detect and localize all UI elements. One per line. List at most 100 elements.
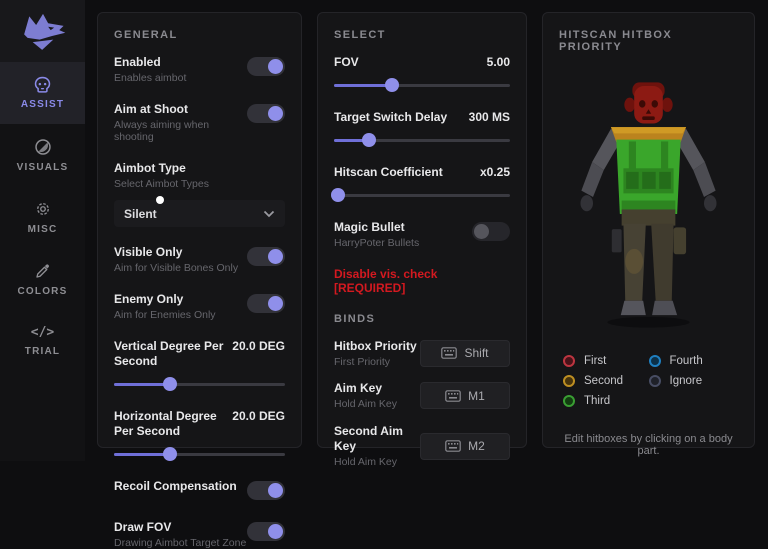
model-hip-pouch xyxy=(673,227,687,255)
keybind-value: M2 xyxy=(468,439,485,454)
gear-icon xyxy=(36,202,49,215)
legend-label: Fourth xyxy=(669,355,703,367)
toggle-knob xyxy=(474,224,489,239)
vertical-dps-slider[interactable] xyxy=(114,376,285,391)
setting-value: 5.00 xyxy=(486,55,510,69)
model-eye-socket xyxy=(639,100,646,108)
toggle-knob xyxy=(268,59,283,74)
legend-label: Second xyxy=(584,375,624,387)
bind-aim-key: Aim Key Hold Aim Key M1 xyxy=(334,381,510,411)
contrast-icon xyxy=(34,138,51,155)
setting-enemy-only: Enemy Only Aim for Enemies Only xyxy=(114,292,285,322)
model-right-hand[interactable] xyxy=(703,195,717,212)
eyedropper-icon xyxy=(35,263,49,278)
aim-at-shoot-toggle[interactable] xyxy=(247,103,285,123)
dropdown-value: Silent xyxy=(124,206,157,221)
sidebar-item-label: TRIAL xyxy=(24,346,61,357)
visible-only-toggle[interactable] xyxy=(247,247,285,267)
sidebar-item-label: COLORS xyxy=(17,285,68,297)
keyboard-icon xyxy=(441,347,458,360)
model-right-earcup xyxy=(661,97,673,112)
setting-label: Horizontal Degree Per Second xyxy=(114,408,217,438)
second-aim-key-keybind-button[interactable]: M2 xyxy=(420,432,510,460)
model-hips[interactable] xyxy=(621,209,676,226)
setting-aimbot-type: Aimbot Type Select Aimbot Types xyxy=(114,161,285,191)
setting-draw-fov: Draw FOV Drawing Aimbot Target Zone xyxy=(114,520,285,549)
sidebar-item-misc[interactable]: MISC xyxy=(0,186,85,248)
recoil-toggle[interactable] xyxy=(247,480,285,500)
hitscan-coefficient-slider[interactable] xyxy=(330,188,510,202)
model-left-hand[interactable] xyxy=(580,195,594,212)
slider-knob[interactable] xyxy=(362,133,377,147)
hitbox-legend: First Second Third Fourth Ignore xyxy=(559,351,738,411)
required-warning: Disable vis. check [REQUIRED] xyxy=(334,266,438,295)
bind-subtitle: First Priority xyxy=(334,355,390,368)
fov-slider[interactable] xyxy=(334,78,510,92)
keybind-value: M1 xyxy=(468,388,485,403)
setting-value: 20.0 DEG xyxy=(232,408,285,423)
model-left-boot[interactable] xyxy=(620,300,646,316)
horizontal-dps-slider[interactable] xyxy=(114,446,285,461)
legend-item-ignore: Ignore xyxy=(648,371,735,391)
character-model[interactable] xyxy=(559,67,738,343)
bind-label: Aim Key xyxy=(334,381,383,396)
sidebar-item-visuals[interactable]: VISUALS xyxy=(0,124,85,186)
hitbox-footnote: Edit hitboxes by clicking on a body part… xyxy=(564,433,733,457)
legend-color-fourth xyxy=(648,355,661,367)
sidebar-item-trial[interactable]: </> TRIAL xyxy=(0,310,85,372)
setting-subtitle: Select Aimbot Types xyxy=(114,177,209,190)
aim-key-keybind-button[interactable]: M1 xyxy=(420,382,510,410)
panel-general: GENERAL Enabled Enables aimbot Aim at Sh… xyxy=(97,12,302,549)
hitbox-priority-keybind-button[interactable]: Shift xyxy=(420,339,510,367)
panel-title: SELECT xyxy=(334,29,386,41)
bind-label: Second Aim Key xyxy=(334,423,403,453)
dropdown-indicator-dot xyxy=(156,196,164,205)
slider-track[interactable] xyxy=(334,194,510,197)
legend-color-first xyxy=(563,355,575,367)
slider-knob[interactable] xyxy=(385,78,400,92)
aimbot-type-dropdown[interactable]: Silent xyxy=(114,196,285,228)
model-eye-socket xyxy=(651,100,658,108)
legend-item-fourth: Fourth xyxy=(648,351,735,371)
legend-color-third xyxy=(563,395,575,407)
legend-label: Ignore xyxy=(669,375,703,387)
setting-visible-only: Visible Only Aim for Visible Bones Only xyxy=(114,245,285,275)
bind-label: Hitbox Priority xyxy=(334,338,417,353)
model-knee-pad xyxy=(625,248,644,274)
slider-fill xyxy=(114,452,171,456)
toggle-knob xyxy=(268,523,283,539)
enemy-only-toggle[interactable] xyxy=(247,293,285,313)
setting-aim-at-shoot: Aim at Shoot Always aiming when shooting xyxy=(114,102,285,144)
setting-hitscan-coefficient: Hitscan Coefficient x0.25 xyxy=(334,165,510,180)
sidebar-item-assist[interactable]: ASSIST xyxy=(0,62,85,124)
slider-knob[interactable] xyxy=(330,188,345,202)
bind-subtitle: Hold Aim Key xyxy=(334,455,398,468)
model-mouth xyxy=(642,116,655,120)
target-switch-delay-slider[interactable] xyxy=(334,133,510,147)
model-right-leg[interactable] xyxy=(651,223,674,301)
model-vest-pouch xyxy=(659,171,671,189)
draw-fov-toggle[interactable] xyxy=(247,521,285,541)
model-right-boot[interactable] xyxy=(652,300,678,316)
magic-bullet-toggle[interactable] xyxy=(472,222,510,241)
setting-magic-bullet: Magic Bullet HarryPoter Bullets xyxy=(334,220,510,250)
bind-second-aim-key: Second Aim Key Hold Aim Key M2 xyxy=(334,424,510,469)
slider-fill xyxy=(114,382,171,386)
slider-knob[interactable] xyxy=(163,446,178,461)
legend-label: First xyxy=(584,355,607,367)
hitbox-model-figure[interactable] xyxy=(559,67,738,343)
setting-vertical-dps: Vertical Degree Per Second 20.0 DEG xyxy=(114,339,285,369)
legend-color-ignore xyxy=(648,375,661,387)
keybind-value: Shift xyxy=(464,346,489,361)
slider-knob[interactable] xyxy=(163,376,178,391)
setting-label: Aim at Shoot xyxy=(114,101,188,116)
model-shoulders-highlight xyxy=(610,127,687,134)
setting-horizontal-dps: Horizontal Degree Per Second 20.0 DEG xyxy=(114,409,285,439)
model-vest-strap xyxy=(661,141,669,172)
setting-label: Hitscan Coefficient xyxy=(334,165,443,179)
sidebar-item-colors[interactable]: COLORS xyxy=(0,248,85,310)
chevron-down-icon xyxy=(263,210,275,218)
binds-title: BINDS xyxy=(334,312,376,325)
setting-value: x0.25 xyxy=(479,165,510,179)
enabled-toggle[interactable] xyxy=(247,57,285,76)
